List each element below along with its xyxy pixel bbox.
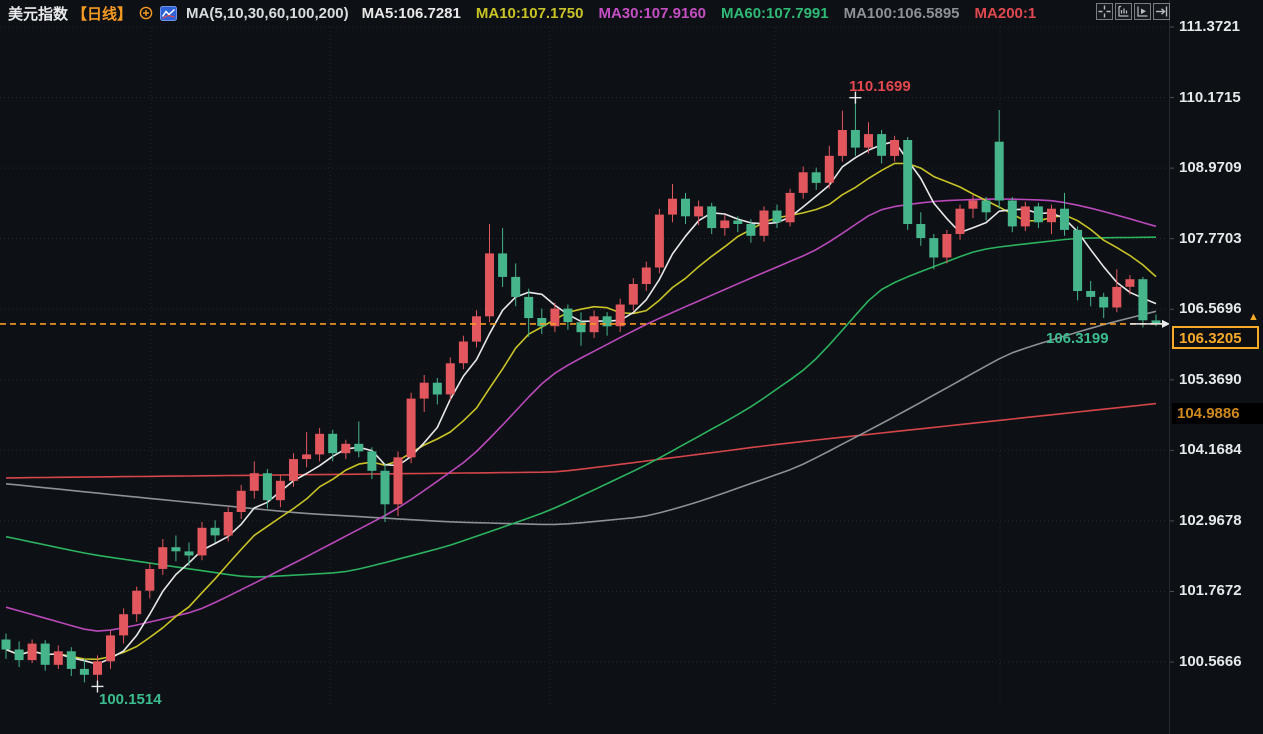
axis-label: 101.7672 xyxy=(1179,582,1242,600)
period-label: 【日线】 xyxy=(72,3,132,24)
ma-line-ma10 xyxy=(6,163,1156,659)
ma-line-ma5 xyxy=(6,142,1156,665)
axis-chart-icon[interactable] xyxy=(1115,3,1132,20)
mini-chart-icon[interactable] xyxy=(160,6,177,21)
ma-value-ma5: MA5:106.7281 xyxy=(362,5,461,22)
chart-header: 美元指数 【日线】 MA(5,10,30,60,100,200) MA5:106… xyxy=(0,0,1051,26)
axis-label: 111.3721 xyxy=(1179,18,1240,36)
axis-label: 106.5696 xyxy=(1179,300,1242,318)
axis-label: 110.1715 xyxy=(1179,89,1241,107)
axis-label: 104.1684 xyxy=(1179,441,1242,459)
up-arrow-icon: ▲ xyxy=(1248,312,1259,322)
ma-value-ma10: MA10:107.1750 xyxy=(476,5,584,22)
low-price-annotation: 100.1514 xyxy=(99,691,162,708)
play-chart-icon[interactable] xyxy=(1134,3,1151,20)
price-axis[interactable]: ▲ 106.3205 104.9886 111.3721 110.1715 108.… xyxy=(1169,0,1263,734)
chart-window: 美元指数 【日线】 MA(5,10,30,60,100,200) MA5:106… xyxy=(0,0,1263,734)
last-price-annotation: 106.3199 xyxy=(1046,330,1109,347)
high-price-annotation: 110.1699 xyxy=(849,78,911,95)
ma-line-ma30 xyxy=(6,199,1156,631)
axis-label: 102.9678 xyxy=(1179,512,1242,530)
ma200-value-tag: 104.9886 xyxy=(1172,403,1263,424)
axis-label: 107.7703 xyxy=(1179,230,1242,248)
crosshair-icon[interactable] xyxy=(1096,3,1113,20)
ma-value-ma200: MA200:1 xyxy=(975,5,1037,22)
ma-value-ma100: MA100:106.5895 xyxy=(844,5,960,22)
current-price-tag: 106.3205 xyxy=(1172,326,1259,349)
circle-plus-icon[interactable] xyxy=(139,6,153,20)
ma-line-ma60 xyxy=(6,237,1156,577)
axis-label: 105.3690 xyxy=(1179,371,1242,389)
ma-line-ma200 xyxy=(6,404,1156,478)
ma-group-label: MA(5,10,30,60,100,200) xyxy=(186,5,349,22)
axis-label: 100.5666 xyxy=(1179,653,1242,671)
axis-label: 108.9709 xyxy=(1179,159,1242,177)
ma-value-ma60: MA60:107.7991 xyxy=(721,5,829,22)
chart-toolbar xyxy=(1096,3,1170,20)
candlestick-chart[interactable] xyxy=(0,0,1263,734)
symbol-name: 美元指数 xyxy=(8,3,68,24)
ma-values: MA5:106.7281 MA10:107.1750 MA30:107.9160 MA… xyxy=(362,5,1052,22)
ma-value-ma30: MA30:107.9160 xyxy=(598,5,706,22)
pan-right-icon[interactable] xyxy=(1153,3,1170,20)
